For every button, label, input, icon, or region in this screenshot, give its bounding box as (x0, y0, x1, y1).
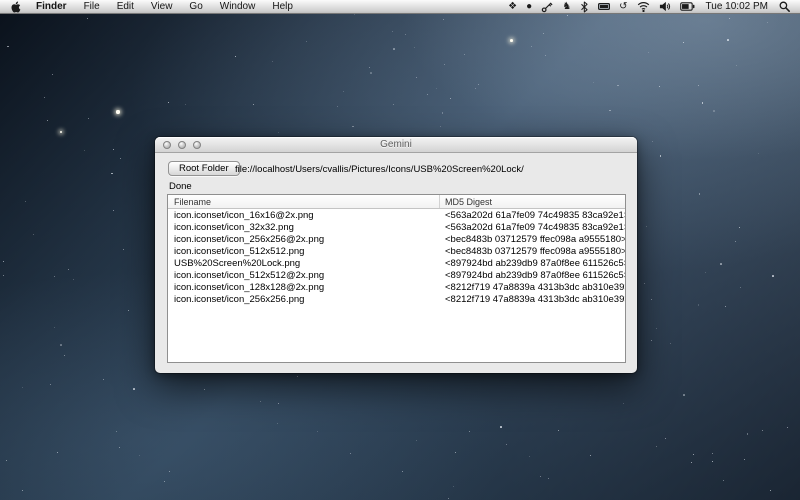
battery-icon[interactable] (680, 0, 695, 14)
md5-cell: <897924bd ab239db9 87a0f8ee 611526c5> (440, 258, 625, 269)
display-icon[interactable] (598, 0, 610, 14)
md5-cell: <563a202d 61a7fe09 74c49835 83ca92e1> (440, 222, 625, 233)
wifi-icon[interactable] (637, 0, 650, 14)
evernote-elephant-icon[interactable]: ♞ (562, 0, 571, 14)
menu-item[interactable]: View (151, 1, 173, 12)
menu-item[interactable]: File (84, 1, 100, 12)
dark-sphere-app-icon[interactable]: ● (526, 0, 532, 14)
table-header: Filename MD5 Digest (168, 195, 625, 209)
apple-menu-icon[interactable] (10, 1, 21, 13)
close-button[interactable] (163, 141, 171, 149)
filename-cell: icon.iconset/icon_128x128@2x.png (168, 282, 440, 293)
md5-cell: <563a202d 61a7fe09 74c49835 83ca92e1> (440, 210, 625, 221)
menu-bar: Finder File Edit View Go Window Help ❖ ● ♞ ↺ T… (0, 0, 800, 14)
md5-cell: <bec8483b 03712579 ffec098a a9555180> (440, 246, 625, 257)
menu-bar-clock[interactable]: Tue 10:02 PM (706, 1, 768, 12)
filename-cell: icon.iconset/icon_512x512.png (168, 246, 440, 257)
time-machine-icon[interactable]: ↺ (619, 0, 627, 14)
bluetooth-icon[interactable] (580, 0, 589, 14)
app-menus: Finder File Edit View Go Window Help (36, 1, 293, 12)
filename-cell: icon.iconset/icon_512x512@2x.png (168, 270, 440, 281)
menu-item[interactable]: Help (272, 1, 293, 12)
table-row[interactable]: icon.iconset/icon_128x128@2x.png <8212f7… (168, 281, 625, 293)
table-row[interactable]: icon.iconset/icon_512x512@2x.png <897924… (168, 269, 625, 281)
table-body: icon.iconset/icon_16x16@2x.png <563a202d… (168, 209, 625, 305)
column-header-filename[interactable]: Filename (168, 195, 440, 208)
results-table: Filename MD5 Digest icon.iconset/icon_16… (167, 194, 626, 363)
status-menus: ❖ ● ♞ ↺ Tue 10:02 PM (508, 0, 790, 14)
column-header-md5[interactable]: MD5 Digest (440, 197, 625, 207)
md5-cell: <bec8483b 03712579 ffec098a a9555180> (440, 234, 625, 245)
menu-item[interactable]: Go (189, 1, 202, 12)
table-row[interactable]: icon.iconset/icon_16x16@2x.png <563a202d… (168, 209, 625, 221)
md5-cell: <897924bd ab239db9 87a0f8ee 611526c5> (440, 270, 625, 281)
md5-cell: <8212f719 47a8839a 4313b3dc ab310e39> (440, 282, 625, 293)
md5-cell: <8212f719 47a8839a 4313b3dc ab310e39> (440, 294, 625, 305)
table-row[interactable]: icon.iconset/icon_32x32.png <563a202d 61… (168, 221, 625, 233)
table-row[interactable]: icon.iconset/icon_256x256@2x.png <bec848… (168, 233, 625, 245)
filename-cell: icon.iconset/icon_256x256@2x.png (168, 234, 440, 245)
filename-cell: icon.iconset/icon_32x32.png (168, 222, 440, 233)
table-row[interactable]: icon.iconset/icon_256x256.png <8212f719 … (168, 293, 625, 305)
minimize-button[interactable] (178, 141, 186, 149)
window-title: Gemini (380, 139, 412, 150)
menu-item[interactable]: Finder (36, 1, 67, 12)
spotlight-icon[interactable] (779, 0, 790, 14)
window-title-bar[interactable]: Gemini (155, 137, 637, 153)
zoom-button[interactable] (193, 141, 201, 149)
root-folder-button[interactable]: Root Folder (168, 161, 240, 176)
menu-item[interactable]: Edit (117, 1, 134, 12)
filename-cell: icon.iconset/icon_256x256.png (168, 294, 440, 305)
gemini-window: Gemini Root Folder file://localhost/User… (155, 137, 637, 373)
volume-icon[interactable] (659, 0, 671, 14)
key-icon[interactable] (541, 0, 553, 14)
folder-path-label: file://localhost/Users/cvallis/Pictures/… (235, 164, 524, 175)
menu-item[interactable]: Window (220, 1, 256, 12)
filename-cell: USB%20Screen%20Lock.png (168, 258, 440, 269)
filename-cell: icon.iconset/icon_16x16@2x.png (168, 210, 440, 221)
status-label: Done (169, 181, 192, 192)
traffic-lights (163, 141, 201, 149)
table-row[interactable]: USB%20Screen%20Lock.png <897924bd ab239d… (168, 257, 625, 269)
window-content: Root Folder file://localhost/Users/cvall… (155, 153, 637, 373)
table-row[interactable]: icon.iconset/icon_512x512.png <bec8483b … (168, 245, 625, 257)
four-arrows-sync-icon[interactable]: ❖ (508, 0, 517, 14)
